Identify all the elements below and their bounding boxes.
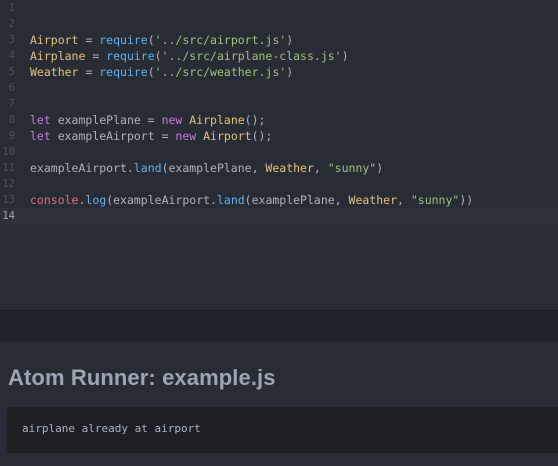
code-token: , bbox=[313, 161, 328, 175]
code-token: new bbox=[161, 113, 183, 127]
code-token: (); bbox=[251, 129, 273, 143]
line-number: 9 bbox=[8, 130, 15, 142]
line-number: 10 bbox=[2, 146, 15, 158]
code-token: = bbox=[78, 33, 100, 47]
code-token: ) bbox=[286, 33, 294, 47]
code-token: Weather bbox=[30, 65, 79, 79]
code-token: = bbox=[78, 65, 100, 79]
code-token: )) bbox=[459, 193, 474, 207]
code-editor[interactable]: 1 2 3 Airport = require('../src/airport.js'… bbox=[0, 0, 558, 310]
code-token: Airport bbox=[203, 129, 252, 143]
code-line[interactable]: 11 exampleAirport.land(examplePlane, Weat… bbox=[0, 160, 558, 176]
code-text: console.log(exampleAirport.land(exampleP… bbox=[30, 192, 473, 208]
line-number: 11 bbox=[2, 162, 15, 174]
line-number: 5 bbox=[8, 66, 15, 78]
code-token: (exampleAirport. bbox=[106, 193, 217, 207]
line-number: 12 bbox=[2, 178, 15, 190]
line-number: 1 bbox=[8, 2, 15, 14]
code-token: (examplePlane, bbox=[161, 161, 266, 175]
code-line[interactable]: 12 bbox=[0, 176, 558, 192]
code-line[interactable]: 5 Weather = require('../src/weather.js') bbox=[0, 64, 558, 80]
code-token: Airport bbox=[30, 33, 79, 47]
atom-window: 1 2 3 Airport = require('../src/airport.js'… bbox=[0, 0, 558, 466]
code-token: "sunny" bbox=[327, 161, 377, 175]
code-line[interactable]: 6 bbox=[0, 80, 558, 96]
line-number: 13 bbox=[2, 194, 15, 206]
code-line[interactable]: 4 Airplane = require('../src/airplane-cla… bbox=[0, 48, 558, 64]
code-token: exampleAirport. bbox=[30, 161, 134, 175]
code-line[interactable]: 7 bbox=[0, 96, 558, 112]
code-token: land bbox=[216, 193, 245, 207]
code-line[interactable]: 3 Airport = require('../src/airport.js') bbox=[0, 32, 558, 48]
code-token: ( bbox=[147, 65, 155, 79]
code-token: '../src/airplane-class.js' bbox=[161, 49, 342, 63]
code-text: exampleAirport.land(examplePlane, Weathe… bbox=[30, 160, 383, 176]
code-token: let bbox=[30, 113, 51, 127]
code-token: land bbox=[133, 161, 162, 175]
code-line[interactable]: 10 bbox=[0, 144, 558, 160]
code-token: ) bbox=[286, 65, 294, 79]
code-token: , bbox=[397, 193, 411, 207]
code-token: require bbox=[99, 33, 148, 47]
code-token: (); bbox=[244, 113, 266, 127]
code-line[interactable]: 8 let examplePlane = new Airplane(); bbox=[0, 112, 558, 128]
code-line[interactable]: 14 bbox=[0, 208, 558, 224]
code-token: new bbox=[175, 129, 197, 143]
code-token: log bbox=[85, 193, 107, 207]
code-token: (examplePlane, bbox=[244, 193, 349, 207]
code-token: ( bbox=[154, 49, 162, 63]
line-number: 3 bbox=[8, 34, 15, 46]
code-text: Weather = require('../src/weather.js') bbox=[30, 64, 293, 80]
code-token: Weather bbox=[265, 161, 314, 175]
code-token: require bbox=[99, 65, 148, 79]
code-token: require bbox=[106, 49, 155, 63]
code-token: Airplane bbox=[189, 113, 245, 127]
line-number: 8 bbox=[8, 114, 15, 126]
code-text: let exampleAirport = new Airport(); bbox=[30, 128, 272, 144]
code-token: Weather bbox=[348, 193, 397, 207]
code-token: console bbox=[30, 193, 79, 207]
code-text: Airplane = require('../src/airplane-clas… bbox=[30, 48, 349, 64]
code-token: "sunny" bbox=[410, 193, 460, 207]
panel-resize-handle[interactable] bbox=[0, 311, 558, 341]
code-token: examplePlane = bbox=[50, 113, 162, 127]
line-number: 2 bbox=[8, 18, 15, 30]
runner-output-box: airplane already at airport bbox=[7, 407, 558, 453]
line-number: 14 bbox=[2, 210, 15, 222]
code-token: ) bbox=[341, 49, 349, 63]
code-text: let examplePlane = new Airplane(); bbox=[30, 112, 265, 128]
line-number: 4 bbox=[8, 50, 15, 62]
code-token: Airplane bbox=[30, 49, 86, 63]
line-number: 7 bbox=[8, 98, 15, 110]
code-line[interactable]: 13 console.log(exampleAirport.land(exampl… bbox=[0, 192, 558, 208]
code-line[interactable]: 1 bbox=[0, 0, 558, 16]
code-token: '../src/weather.js' bbox=[154, 65, 287, 79]
code-line[interactable]: 9 let exampleAirport = new Airport(); bbox=[0, 128, 558, 144]
line-number: 6 bbox=[8, 82, 15, 94]
code-text: Airport = require('../src/airport.js') bbox=[30, 32, 293, 48]
code-token: '../src/airport.js' bbox=[154, 33, 287, 47]
code-token: = bbox=[85, 49, 107, 63]
code-token: ) bbox=[376, 161, 384, 175]
code-token: exampleAirport = bbox=[50, 129, 176, 143]
atom-runner-panel: Atom Runner: example.js airplane already… bbox=[0, 341, 558, 466]
code-line[interactable]: 2 bbox=[0, 16, 558, 32]
code-token: ( bbox=[147, 33, 155, 47]
runner-title: Atom Runner: example.js bbox=[8, 365, 276, 390]
runner-output-text: airplane already at airport bbox=[22, 422, 201, 435]
code-token: let bbox=[30, 129, 51, 143]
